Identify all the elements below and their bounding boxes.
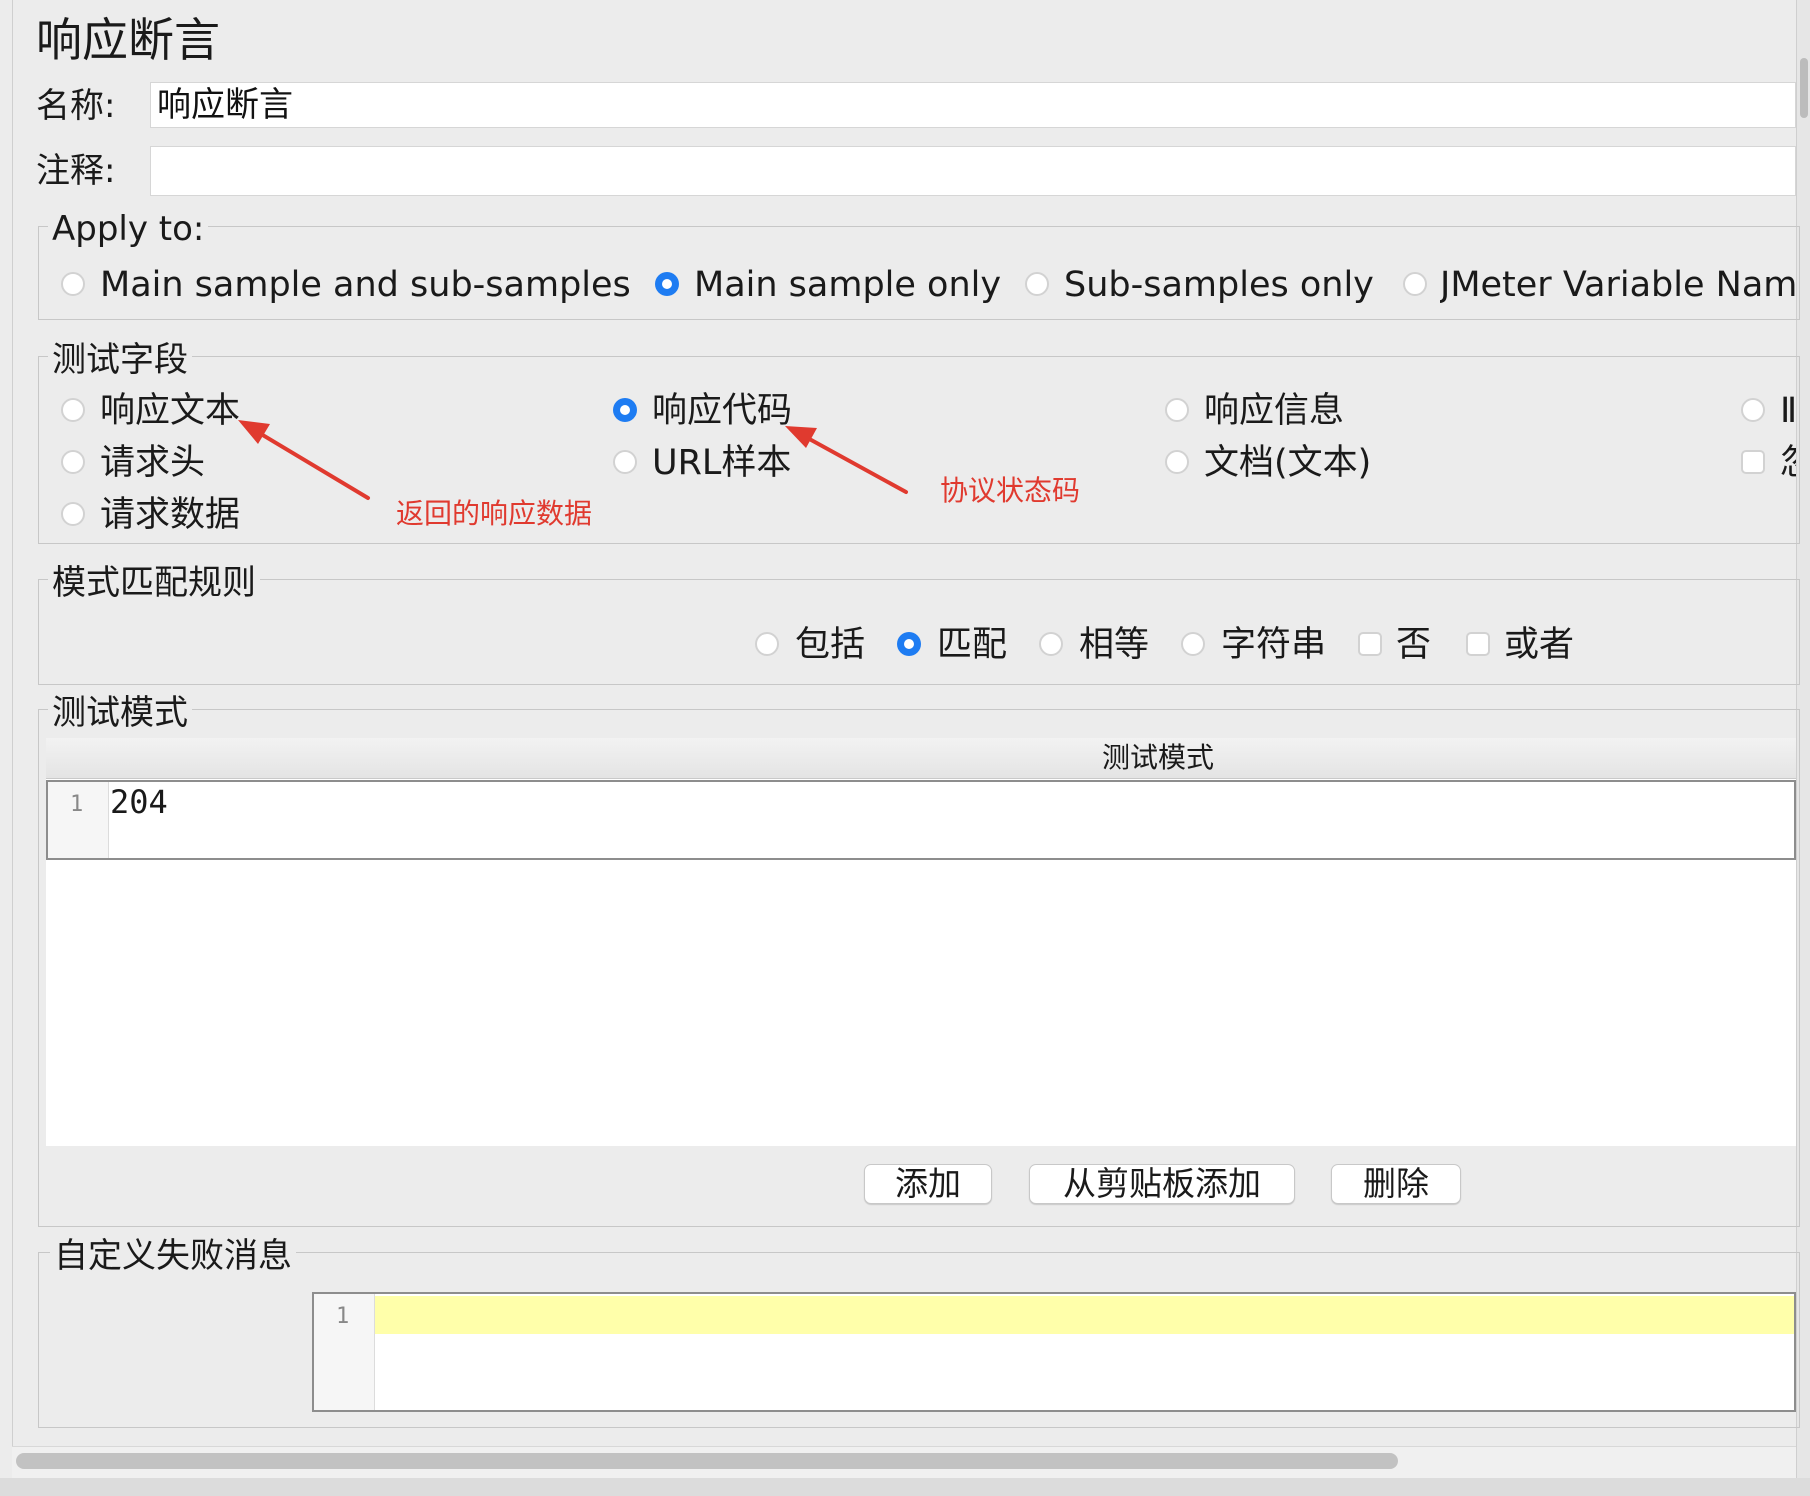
rule-not-checkbox[interactable] [1358,632,1382,656]
rule-substring-label[interactable]: 字符串 [1221,625,1326,665]
add-from-clipboard-button[interactable]: 从剪贴板添加 [1029,1164,1295,1204]
pattern-row-value[interactable]: 204 [110,782,168,822]
rule-not-label[interactable]: 否 [1396,625,1431,665]
rule-substring-radio[interactable] [1181,632,1205,656]
custom-failure-legend: 自定义失败消息 [50,1236,296,1276]
rule-contains-radio[interactable] [755,632,779,656]
annotation-response-data: 返回的响应数据 [396,497,593,530]
custom-failure-current-line [375,1296,1794,1334]
rule-equals-radio[interactable] [1039,632,1063,656]
rule-equals-label[interactable]: 相等 [1079,625,1149,665]
rule-or-checkbox[interactable] [1466,632,1490,656]
response-text-arrow-head [238,420,270,444]
pattern-row-line-number: 1 [70,792,84,817]
rule-matches-label[interactable]: 匹配 [937,625,1007,665]
patterns-table-header [46,738,1796,779]
pattern-rules-legend: 模式匹配规则 [48,563,260,603]
rule-or-label[interactable]: 或者 [1504,625,1574,665]
annotation-status-code: 协议状态码 [940,474,1081,507]
add-button[interactable]: 添加 [864,1164,992,1204]
test-patterns-legend: 测试模式 [48,693,192,733]
annotation-arrows [238,420,908,500]
patterns-column-header[interactable]: 测试模式 [1102,740,1214,776]
bottom-window-edge [0,1478,1810,1496]
custom-failure-line-number: 1 [336,1304,350,1329]
response-code-arrow-head [785,426,817,448]
pattern-row-editor[interactable] [46,780,1796,860]
horizontal-scrollbar-thumb[interactable] [16,1453,1398,1469]
delete-button[interactable]: 删除 [1331,1164,1461,1204]
response-text-arrow-line [244,423,370,500]
rule-matches-radio[interactable] [897,632,921,656]
rule-contains-label[interactable]: 包括 [795,625,865,665]
